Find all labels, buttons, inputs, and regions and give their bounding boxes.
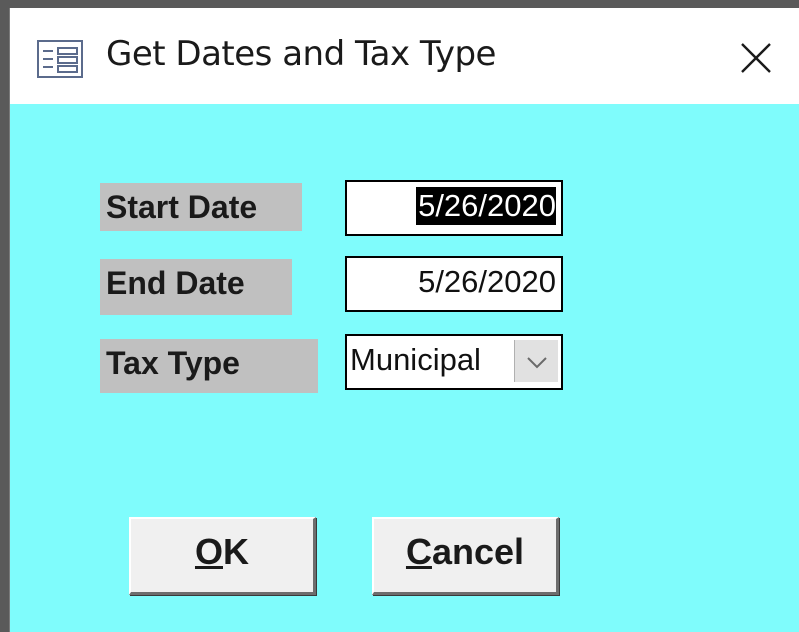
cancel-button-label: Cancel (405, 531, 525, 572)
chevron-down-icon (527, 357, 547, 369)
end-date-value: 5/26/2020 (418, 264, 556, 299)
window-title: Get Dates and Tax Type (106, 34, 496, 74)
cancel-button[interactable]: Cancel (372, 517, 559, 595)
tax-type-label: Tax Type (100, 339, 318, 393)
end-date-label: End Date (100, 259, 292, 315)
close-button[interactable] (728, 32, 784, 84)
tax-type-dropdown-button[interactable] (514, 340, 558, 382)
dialog-window: Get Dates and Tax Type Start Date 5/26/2… (10, 8, 799, 632)
start-date-label: Start Date (100, 183, 302, 231)
start-date-value: 5/26/2020 (416, 187, 556, 225)
start-date-field[interactable]: 5/26/2020 (345, 180, 563, 236)
close-icon (741, 43, 771, 73)
form-icon (37, 40, 83, 78)
title-bar[interactable]: Get Dates and Tax Type (10, 8, 799, 104)
end-date-field[interactable]: 5/26/2020 (345, 256, 563, 312)
ok-button-label: OK (194, 531, 249, 572)
form-body: Start Date 5/26/2020 End Date 5/26/2020 … (10, 104, 799, 632)
ok-button[interactable]: OK (129, 517, 316, 595)
tax-type-combo[interactable]: Municipal (345, 334, 563, 390)
tax-type-value: Municipal (350, 342, 481, 377)
